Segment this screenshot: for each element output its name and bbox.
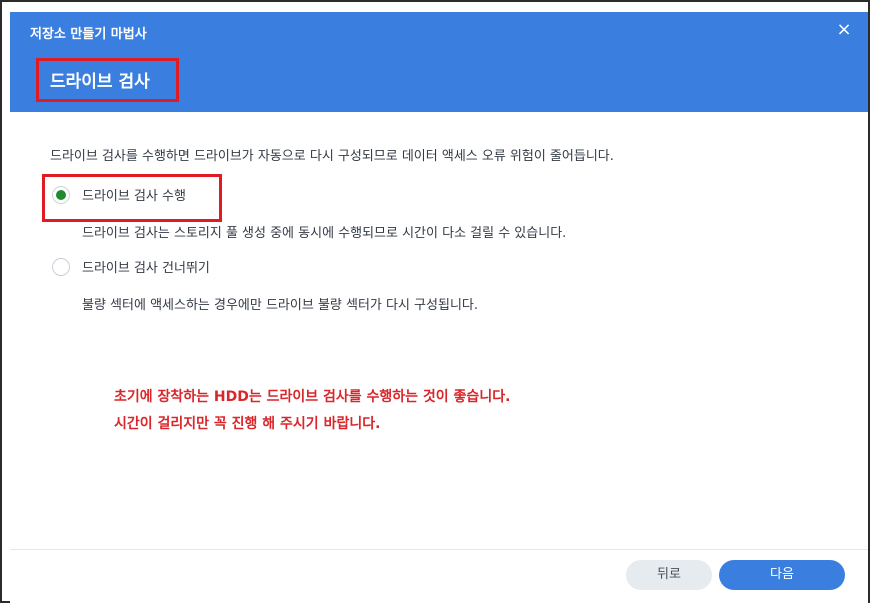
radio-option-perform-check[interactable]: 드라이브 검사 수행 bbox=[52, 185, 186, 204]
step-description: 드라이브 검사를 수행하면 드라이브가 자동으로 다시 구성되므로 데이터 액세… bbox=[50, 149, 614, 164]
annotation-line-1: 초기에 장착하는 HDD는 드라이브 검사를 수행하는 것이 좋습니다. bbox=[114, 389, 511, 405]
radio-selected-icon[interactable] bbox=[52, 185, 70, 204]
annotation-line-2: 시간이 걸리지만 꼭 진행 해 주시기 바랍니다. bbox=[114, 416, 381, 432]
wizard-footer: 뒤로 다음 bbox=[10, 549, 868, 603]
step-title: 드라이브 검사 bbox=[50, 72, 150, 92]
wizard-content: 드라이브 검사를 수행하면 드라이브가 자동으로 다시 구성되므로 데이터 액세… bbox=[10, 112, 868, 549]
screenshot-frame: 저장소 만들기 마법사 × 드라이브 검사 드라이브 검사를 수행하면 드라이브… bbox=[0, 0, 870, 603]
wizard-header: 저장소 만들기 마법사 × 드라이브 검사 bbox=[10, 12, 868, 112]
option-help: 불량 섹터에 액세스하는 경우에만 드라이브 불량 섹터가 다시 구성됩니다. bbox=[82, 298, 478, 313]
option-label: 드라이브 검사 수행 bbox=[82, 189, 186, 204]
radio-dot-icon bbox=[56, 189, 66, 200]
window-title: 저장소 만들기 마법사 bbox=[30, 27, 147, 42]
close-icon[interactable]: × bbox=[834, 20, 854, 40]
next-button[interactable]: 다음 bbox=[719, 560, 845, 590]
option-help: 드라이브 검사는 스토리지 풀 생성 중에 동시에 수행되므로 시간이 다소 걸… bbox=[82, 226, 567, 241]
option-label: 드라이브 검사 건너뛰기 bbox=[82, 261, 210, 276]
radio-option-skip-check[interactable]: 드라이브 검사 건너뛰기 bbox=[52, 257, 210, 276]
radio-unselected-icon[interactable] bbox=[52, 257, 70, 276]
back-button[interactable]: 뒤로 bbox=[626, 560, 712, 590]
